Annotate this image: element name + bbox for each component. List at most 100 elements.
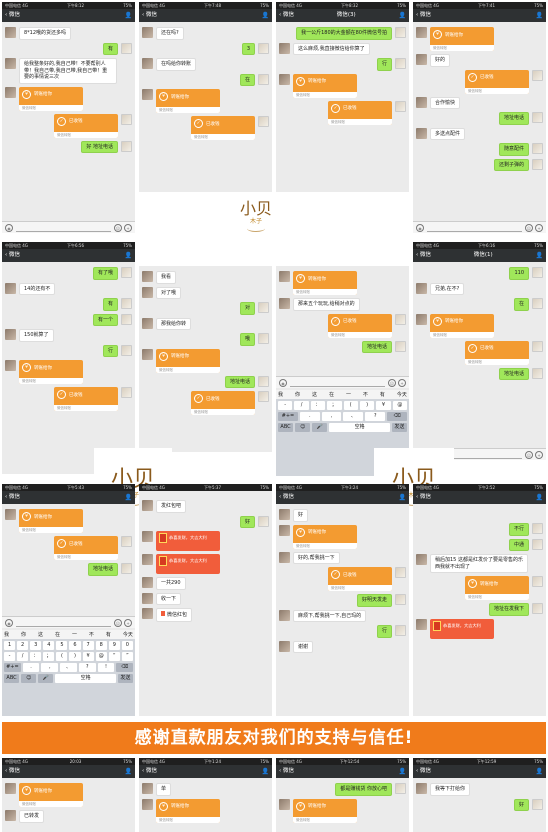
avatar[interactable] xyxy=(532,340,543,352)
avatar[interactable] xyxy=(395,594,406,605)
avatar[interactable] xyxy=(532,158,543,170)
avatar[interactable] xyxy=(5,509,16,520)
avatar[interactable] xyxy=(142,798,153,810)
avatar[interactable] xyxy=(142,500,153,511)
avatar[interactable] xyxy=(121,344,132,356)
avatar[interactable] xyxy=(279,524,290,536)
avatar[interactable] xyxy=(416,313,427,325)
plus-icon[interactable]: + xyxy=(398,378,406,387)
avatar[interactable] xyxy=(5,282,16,294)
transfer-card[interactable]: ¥ 转账给你 微信转账 xyxy=(430,27,494,51)
key[interactable]: ； xyxy=(43,652,55,661)
avatar[interactable] xyxy=(279,609,290,621)
avatar[interactable] xyxy=(416,618,427,630)
emoji-icon[interactable]: ☺ xyxy=(525,223,533,232)
received-card[interactable]: ✓ 已收钱 微信转账 xyxy=(54,113,118,138)
avatar[interactable] xyxy=(142,783,153,794)
avatar[interactable] xyxy=(142,58,153,69)
key[interactable]: ： xyxy=(310,401,326,410)
voice-icon[interactable]: ◉ xyxy=(416,223,424,232)
red-packet-card[interactable]: 恭喜发财，大吉大利 xyxy=(430,618,494,639)
avatar[interactable] xyxy=(395,567,406,578)
candidate-word[interactable]: 在 xyxy=(329,391,334,398)
avatar[interactable] xyxy=(395,27,406,38)
candidate-word[interactable]: 不 xyxy=(363,391,368,398)
received-card[interactable]: ✓ 已收钱 微信转账 xyxy=(465,69,529,94)
avatar[interactable] xyxy=(142,348,153,360)
avatar[interactable] xyxy=(532,538,543,550)
avatar[interactable] xyxy=(258,116,269,127)
avatar[interactable] xyxy=(258,302,269,313)
space-key[interactable]: 空格 xyxy=(55,674,116,683)
backspace-key[interactable]: ⌫ xyxy=(387,412,407,421)
plus-icon[interactable]: + xyxy=(124,618,132,627)
back-button[interactable]: ‹ 微信 xyxy=(142,765,157,778)
key[interactable]: ¥ xyxy=(376,401,391,410)
avatar[interactable] xyxy=(121,298,132,309)
backspace-key[interactable]: ⌫ xyxy=(116,663,134,672)
key[interactable]: ” xyxy=(121,652,133,661)
avatar[interactable] xyxy=(395,340,406,352)
person-icon[interactable]: 👤 xyxy=(125,765,132,778)
received-card[interactable]: ✓ 已收钱 微信转账 xyxy=(191,391,255,415)
emoji-icon[interactable]: ☺ xyxy=(525,450,533,459)
key[interactable]: ) xyxy=(69,652,81,661)
avatar[interactable] xyxy=(416,27,427,38)
plus-icon[interactable]: + xyxy=(535,223,543,232)
back-button[interactable]: ‹ 微信 xyxy=(5,765,20,778)
transfer-card[interactable]: ¥ 转账给你 微信转账 xyxy=(293,73,357,98)
send-key[interactable]: 发送 xyxy=(117,674,133,683)
key[interactable]: ! xyxy=(97,663,115,672)
transfer-card[interactable]: ¥ 转账给你 微信转账 xyxy=(156,348,220,373)
avatar[interactable] xyxy=(532,576,543,587)
key[interactable]: 1 xyxy=(4,641,16,650)
received-card[interactable]: ✓ 已收钱 微信转账 xyxy=(328,313,392,338)
candidate-word[interactable]: 我 xyxy=(278,391,283,398)
key[interactable]: ? xyxy=(365,412,386,421)
avatar[interactable] xyxy=(5,360,16,371)
back-button[interactable]: ‹ 微信 xyxy=(416,9,431,22)
emoji-key[interactable]: ☺ xyxy=(295,423,311,432)
candidate-word[interactable]: 有 xyxy=(380,391,385,398)
key[interactable]: @ xyxy=(392,401,407,410)
transfer-card[interactable]: ¥ 转账给你 微信转账 xyxy=(19,360,83,384)
transfer-card[interactable]: ¥ 转账给你 微信转账 xyxy=(19,86,83,111)
avatar[interactable] xyxy=(5,86,16,98)
avatar[interactable] xyxy=(416,127,427,139)
key[interactable]: 9 xyxy=(108,641,120,650)
transfer-card[interactable]: ¥ 转账给你 微信转账 xyxy=(156,89,220,113)
message-input[interactable] xyxy=(16,224,111,232)
candidate-word[interactable]: 这 xyxy=(312,391,317,398)
transfer-card[interactable]: ¥ 转账给你 微信转账 xyxy=(293,798,357,823)
emoji-key[interactable]: ☺ xyxy=(21,674,37,683)
mic-key[interactable]: 🎤 xyxy=(38,674,54,683)
back-button[interactable]: ‹ 微信 xyxy=(142,9,157,22)
candidate-word[interactable]: 今天 xyxy=(123,631,133,638)
candidate-word[interactable]: 一 xyxy=(72,631,77,638)
voice-icon[interactable]: ◉ xyxy=(279,378,287,387)
avatar[interactable] xyxy=(258,73,269,85)
avatar[interactable] xyxy=(121,140,132,152)
key[interactable]: . xyxy=(299,412,320,421)
key[interactable]: 5 xyxy=(56,641,68,650)
back-button[interactable]: ‹ 微信 xyxy=(5,9,20,22)
key[interactable]: “ xyxy=(108,652,120,661)
key[interactable]: 2 xyxy=(17,641,29,650)
send-key[interactable]: 发送 xyxy=(391,423,407,432)
received-card[interactable]: ✓ 已收钱 微信转账 xyxy=(465,340,529,365)
person-icon[interactable]: 👤 xyxy=(399,765,406,778)
transfer-card[interactable]: ¥ 转账给你 微信转账 xyxy=(293,524,357,549)
avatar[interactable] xyxy=(258,391,269,402)
avatar[interactable] xyxy=(279,271,290,282)
key[interactable]: 、 xyxy=(343,412,364,421)
mic-key[interactable]: 🎤 xyxy=(312,423,328,432)
received-card[interactable]: ✓ 已收钱 微信转账 xyxy=(191,116,255,140)
avatar[interactable] xyxy=(279,73,290,85)
avatar[interactable] xyxy=(395,58,406,69)
avatar[interactable] xyxy=(532,143,543,154)
message-input[interactable] xyxy=(16,619,111,627)
person-icon[interactable]: 👤 xyxy=(125,9,132,22)
transfer-card[interactable]: ¥ 转账给你 微信转账 xyxy=(430,313,494,338)
avatar[interactable] xyxy=(142,271,153,282)
back-button[interactable]: ‹ 微信 xyxy=(5,491,20,504)
